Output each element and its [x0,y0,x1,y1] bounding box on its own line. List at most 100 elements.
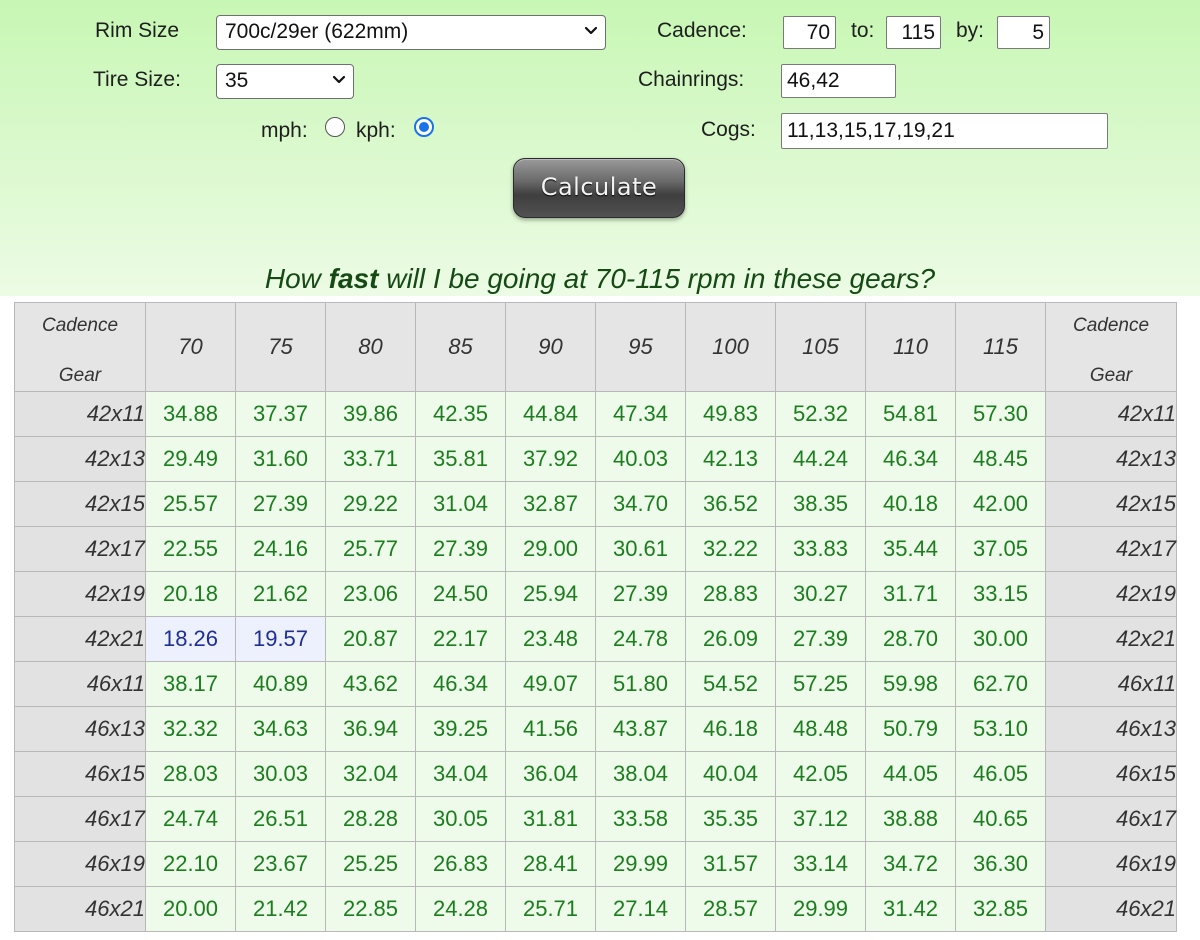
speed-cell: 28.57 [685,886,776,932]
speed-cell: 32.85 [955,886,1046,932]
heading-bold: fast [328,263,379,294]
gear-label-right: 46x11 [1045,661,1177,707]
gear-label-right: 46x17 [1045,796,1177,842]
gear-label-right: 42x13 [1045,436,1177,482]
chainrings-input[interactable] [781,64,896,98]
speed-cell: 34.70 [595,481,686,527]
tire-size-select[interactable]: 35 [216,64,354,99]
speed-cell: 25.71 [505,886,596,932]
cadence-label: Cadence: [657,19,747,42]
gear-label-left: 46x19 [14,841,146,887]
cadence-from-input[interactable] [783,16,836,49]
table-row: 46x17 24.74 26.51 28.28 30.05 31.81 33.58 35.35… [14,796,1177,842]
speed-cell: 31.60 [235,436,326,482]
speed-cell: 53.10 [955,706,1046,752]
speed-cell: 37.12 [775,796,866,842]
speed-cell: 46.34 [415,661,506,707]
speed-cell: 50.79 [865,706,956,752]
speed-cell: 27.14 [595,886,686,932]
speed-cell: 46.34 [865,436,956,482]
gear-label-right: 42x15 [1045,481,1177,527]
gear-label-left: 46x21 [14,886,146,932]
table-row: 42x19 20.18 21.62 23.06 24.50 25.94 27.39 28.83… [14,571,1177,617]
speed-cell: 25.25 [325,841,416,887]
speed-cell: 38.17 [145,661,236,707]
speed-cell: 28.03 [145,751,236,797]
speed-cell: 30.03 [235,751,326,797]
speed-cell: 28.41 [505,841,596,887]
speed-cell: 59.98 [865,661,956,707]
speed-cell: 32.32 [145,706,236,752]
kph-radio[interactable] [414,117,434,137]
speed-cell: 34.04 [415,751,506,797]
speed-cell: 32.22 [685,526,776,572]
rim-size-selected-value: 700c/29er (622mm) [225,20,409,43]
speed-cell: 24.16 [235,526,326,572]
cadence-step-input[interactable] [997,16,1050,49]
speed-cell: 43.62 [325,661,416,707]
speed-cell: 33.83 [775,526,866,572]
speed-cell: 29.49 [145,436,236,482]
speed-table-container: Cadence Gear 70 75 80 85 90 95 100 105 110 115 Caden… [14,302,1177,932]
cadence-header: 75 [235,302,326,392]
mph-radio[interactable] [325,117,345,137]
speed-cell: 22.10 [145,841,236,887]
speed-cell: 38.04 [595,751,686,797]
cadence-by-label: by: [956,19,985,42]
cadence-to-input[interactable] [886,16,941,49]
speed-cell: 25.94 [505,571,596,617]
cadence-header: 100 [685,302,776,392]
speed-cell: 23.48 [505,616,596,662]
table-row: 42x15 25.57 27.39 29.22 31.04 32.87 34.70 36.52… [14,481,1177,527]
speed-cell: 38.35 [775,481,866,527]
speed-cell: 33.58 [595,796,686,842]
speed-cell: 44.24 [775,436,866,482]
speed-cell: 23.06 [325,571,416,617]
speed-cell: 20.18 [145,571,236,617]
gear-label-left: 46x15 [14,751,146,797]
heading-pre: How [264,263,329,294]
table-row: 46x13 32.32 34.63 36.94 39.25 41.56 43.87 46.18… [14,706,1177,752]
speed-cell: 31.57 [685,841,776,887]
speed-cell: 48.48 [775,706,866,752]
speed-cell: 26.09 [685,616,776,662]
speed-cell: 23.67 [235,841,326,887]
cadence-header: 90 [505,302,596,392]
table-header-row: Cadence Gear 70 75 80 85 90 95 100 105 110 115 Caden… [14,302,1177,392]
speed-cell: 38.88 [865,796,956,842]
mph-label: mph: [261,119,308,142]
speed-cell: 27.39 [235,481,326,527]
speed-cell: 37.05 [955,526,1046,572]
gear-label-left: 42x13 [14,436,146,482]
cadence-header: 95 [595,302,686,392]
rim-size-select[interactable]: 700c/29er (622mm) [216,15,606,50]
calculate-button[interactable]: Calculate [513,158,685,218]
speed-cell: 18.26 [145,616,236,662]
table-body: 42x11 34.88 37.37 39.86 42.35 44.84 47.34 49.83… [14,391,1177,932]
speed-cell: 32.87 [505,481,596,527]
speed-cell: 22.55 [145,526,236,572]
speed-cell: 35.44 [865,526,956,572]
cogs-label: Cogs: [701,118,756,141]
tire-size-label: Tire Size: [93,68,181,91]
speed-cell: 22.17 [415,616,506,662]
speed-cell: 48.45 [955,436,1046,482]
speed-cell: 42.13 [685,436,776,482]
chainrings-label: Chainrings: [638,68,745,91]
gear-label-left: 46x13 [14,706,146,752]
speed-cell: 30.00 [955,616,1046,662]
speed-cell: 40.18 [865,481,956,527]
table-row: 42x21 18.26 19.57 20.87 22.17 23.48 24.78 26.09… [14,616,1177,662]
speed-cell: 40.89 [235,661,326,707]
corner-cadence-label: Cadence [41,315,119,336]
gear-label-right: 42x21 [1045,616,1177,662]
tire-size-selected-value: 35 [225,69,249,92]
cadence-header: 85 [415,302,506,392]
right-corner-header: Cadence Gear [1045,302,1177,392]
speed-cell: 33.14 [775,841,866,887]
speed-cell: 21.62 [235,571,326,617]
speed-cell: 42.35 [415,391,506,437]
speed-cell: 37.92 [505,436,596,482]
cogs-input[interactable] [781,113,1108,149]
speed-cell: 24.28 [415,886,506,932]
